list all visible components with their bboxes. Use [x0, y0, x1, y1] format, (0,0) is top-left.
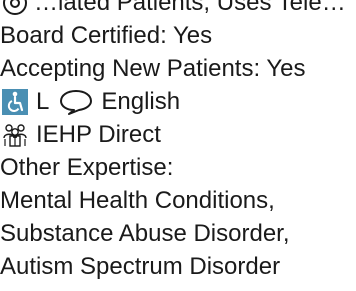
speech-bubble-icon — [59, 89, 93, 115]
wheelchair-accessibility-icon — [2, 88, 28, 115]
provider-top-partial-line: …iated Patients, Uses Tele… — [0, 0, 356, 19]
expertise-item: Substance Abuse Disorder, — [0, 220, 290, 247]
accepting-new-patients-text: Accepting New Patients: Yes — [0, 55, 306, 82]
expertise-item: Autism Spectrum Disorder — [0, 253, 281, 280]
accessibility-code-text: L — [36, 88, 50, 115]
network-globe-icon — [2, 0, 28, 16]
board-certified-text: Board Certified: Yes — [0, 22, 213, 49]
accessibility-language-line: L English — [0, 85, 356, 118]
network-name-text: IEHP Direct — [36, 121, 161, 148]
group-members-icon — [2, 122, 28, 148]
network-line: IEHP Direct — [0, 118, 356, 151]
provider-top-partial-text: …iated Patients, Uses Tele… — [34, 0, 346, 16]
other-expertise-label: Other Expertise: — [0, 154, 174, 181]
language-text: English — [101, 88, 181, 115]
expertise-item: Mental Health Conditions, — [0, 187, 275, 214]
provider-details: …iated Patients, Uses Tele… Board Certif… — [0, 0, 356, 283]
